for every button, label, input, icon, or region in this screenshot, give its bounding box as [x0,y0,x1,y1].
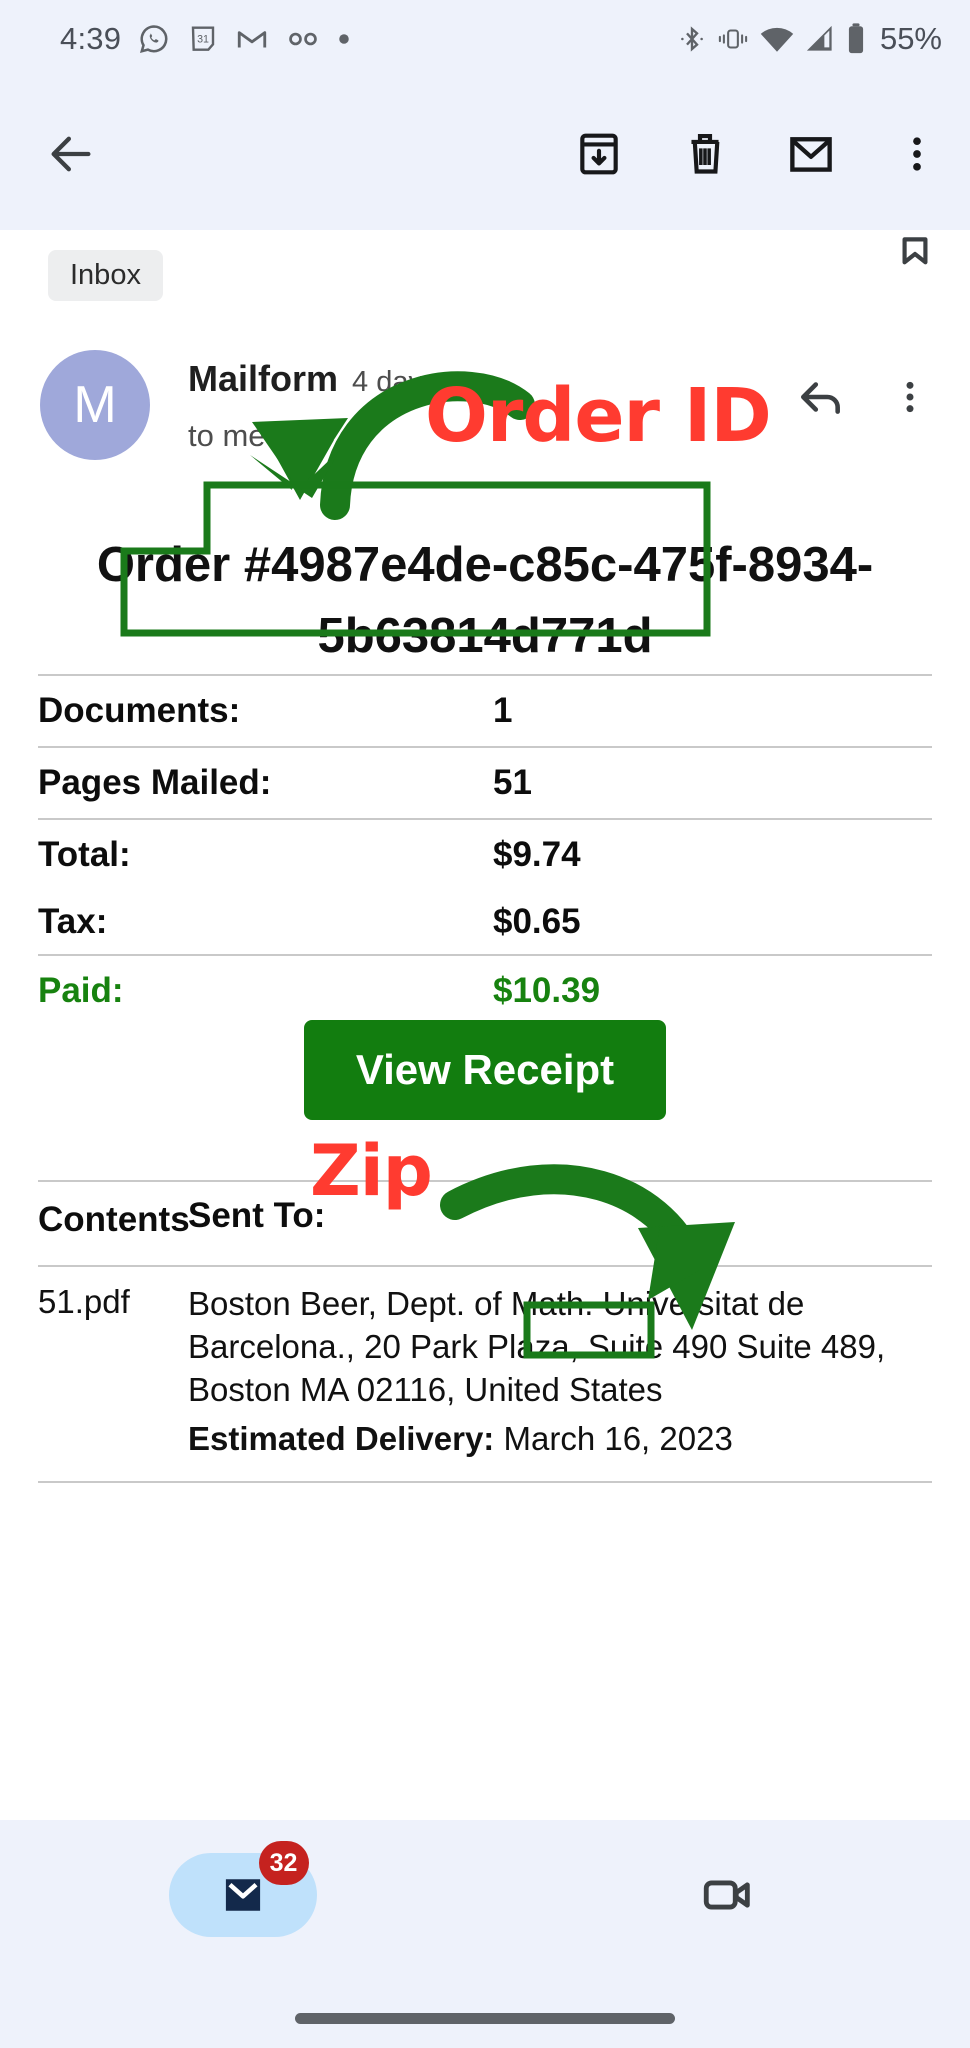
email-timestamp: 4 days ago [352,366,494,398]
column-header-contents: Contents [38,1200,190,1239]
recipient-row[interactable]: to me [188,418,796,454]
nav-pill-active[interactable]: 32 [168,1841,317,1937]
more-options-icon[interactable] [886,123,948,185]
sender-line: Mailform 4 days ago [188,358,796,400]
delete-icon[interactable] [674,123,736,185]
contents-table: Contents Sent To: 51.pdf Boston Beer, De… [38,1180,932,1483]
estimated-delivery: Estimated Delivery: March 16, 2023 [188,1418,932,1461]
nav-item-mail[interactable]: 32 [0,1841,485,1937]
order-title-prefix: Order # [96,538,272,592]
table-footer-divider [38,1480,932,1483]
view-receipt-button[interactable]: View Receipt [303,1020,667,1120]
label-chip-inbox[interactable]: Inbox [48,250,163,301]
estimated-delivery-label: Estimated Delivery: [188,1419,495,1457]
table-row-paid: Paid: $10.39 [38,954,932,1026]
row-label: Total: [38,835,131,874]
voicemail-icon [285,21,321,57]
row-value: 1 [493,691,513,730]
row-value: $9.74 [493,835,581,874]
phone-screen: 4:39 31 55% Inbox M Mailform 4 days ago … [0,0,970,2048]
wifi-icon [759,24,795,54]
bluetooth-icon [677,22,707,56]
table-row: Tax: $0.65 [38,890,932,954]
bottom-nav-items: 32 [0,1820,970,1970]
back-arrow-icon[interactable] [40,123,102,185]
chevron-down-icon[interactable] [280,422,308,450]
svg-text:31: 31 [197,33,209,45]
mail-icon [216,1868,270,1922]
battery-percent: 55% [879,21,942,56]
table-row: 51.pdf Boston Beer, Dept. of Math. Unive… [38,1265,932,1461]
recipient-address-cell: Boston Beer, Dept. of Math. Universitat … [188,1283,932,1461]
row-label: Tax: [38,902,108,941]
recipient-label: to me [188,418,266,453]
column-header-sent-to: Sent To: [188,1196,326,1235]
whatsapp-icon [137,22,171,56]
calendar-31-icon: 31 [187,23,219,55]
signal-icon [804,24,836,54]
row-value: $0.65 [493,902,581,941]
reply-icon[interactable] [796,372,846,422]
file-name: 51.pdf [38,1283,130,1321]
email-body: Inbox M Mailform 4 days ago to me Order … [0,230,970,1820]
message-actions [796,350,930,422]
more-options-icon[interactable] [890,377,930,417]
bookmark-outline-icon[interactable] [890,230,940,285]
video-call-icon [699,1866,757,1924]
row-label: Documents: [38,691,241,730]
archive-icon[interactable] [568,123,630,185]
mark-unread-icon[interactable] [780,123,842,185]
status-bar: 4:39 31 55% [0,0,970,78]
sender-meta: Mailform 4 days ago to me [188,350,796,454]
row-label: Paid: [38,971,124,1010]
app-bar-actions [568,123,948,185]
order-summary-table: Documents: 1 Pages Mailed: 51 Total: $9.… [38,674,932,1026]
status-time: 4:39 [60,21,122,56]
avatar[interactable]: M [40,350,150,460]
vibrate-icon [716,24,750,54]
bottom-navigation: 32 [0,1820,970,2048]
order-id-value: 4987e4de-c85c-475f-8934-5b63814d771d [271,538,874,664]
mail-badge-count: 32 [258,1841,309,1885]
nav-item-video[interactable] [485,1866,970,1924]
gmail-icon [235,22,269,56]
recipient-address: Boston Beer, Dept. of Math. Universitat … [188,1285,886,1409]
table-row: Total: $9.74 [38,818,932,890]
receipt-button-wrap: View Receipt [0,1020,970,1120]
status-bar-left: 4:39 31 [60,21,351,57]
battery-icon [845,22,867,56]
app-bar [0,78,970,230]
estimated-delivery-date: March 16, 2023 [503,1419,733,1457]
contents-table-header: Contents Sent To: [38,1180,932,1243]
gesture-bar [295,2013,675,2024]
row-value: $10.39 [493,971,601,1010]
dot-icon [337,32,351,46]
table-row: Documents: 1 [38,674,932,746]
sender-name: Mailform [188,358,339,399]
row-label: Pages Mailed: [38,763,272,802]
table-row: Pages Mailed: 51 [38,746,932,818]
row-value: 51 [493,763,532,802]
sender-row: M Mailform 4 days ago to me [40,350,930,460]
status-bar-right: 55% [677,21,942,57]
order-title: Order #4987e4de-c85c-475f-8934-5b63814d7… [0,530,970,672]
